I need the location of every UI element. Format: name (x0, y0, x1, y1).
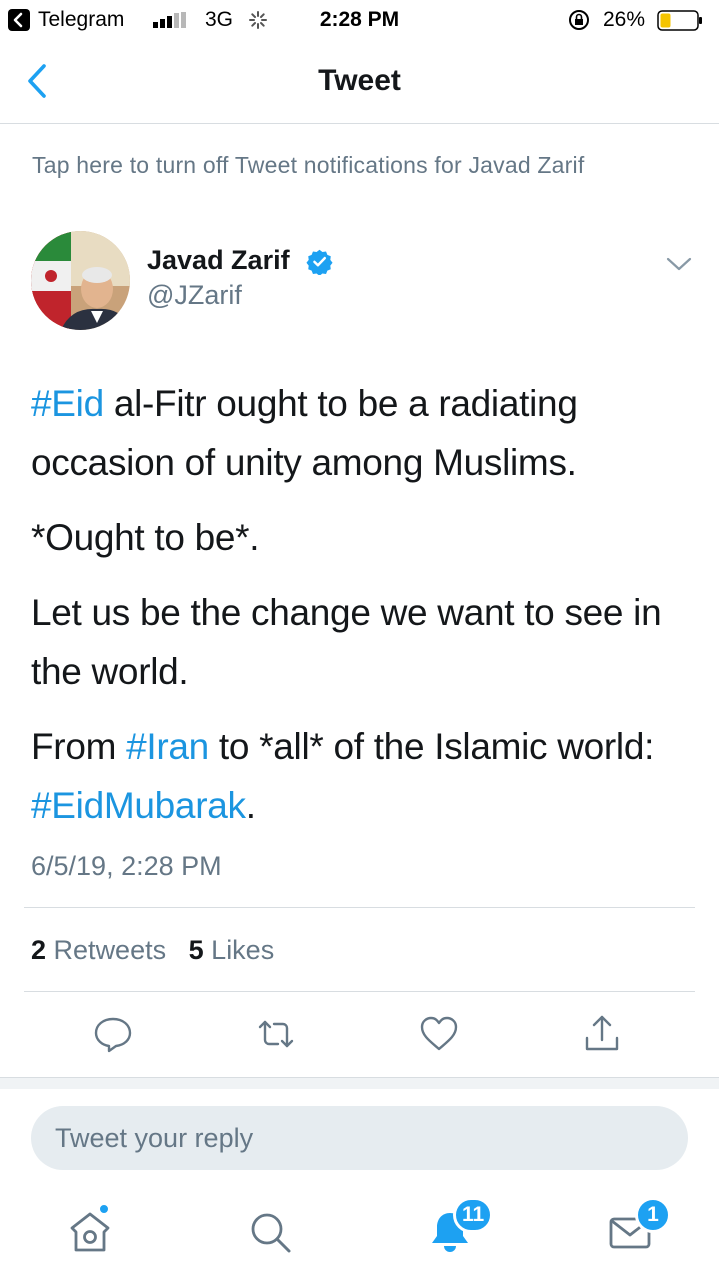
likes-count: 5 (188, 935, 204, 965)
page-title: Tweet (318, 64, 401, 97)
avatar[interactable] (31, 231, 130, 330)
tweet-paragraph: *Ought to be*. (31, 517, 260, 558)
reply-icon[interactable] (93, 1014, 133, 1054)
home-new-indicator (98, 1203, 110, 1215)
retweets-stat[interactable]: 2 Retweets (31, 935, 166, 965)
nav-bar: Tweet (0, 40, 719, 124)
turn-off-notifications-link[interactable]: Tap here to turn off Tweet notifications… (32, 152, 584, 179)
divider (24, 907, 695, 908)
hashtag-link[interactable]: #Iran (126, 726, 209, 767)
reply-input[interactable] (31, 1106, 688, 1170)
section-separator (0, 1077, 719, 1089)
tweet-text-segment: From (31, 726, 127, 767)
share-icon[interactable] (582, 1014, 622, 1054)
retweets-label: Retweets (53, 935, 167, 965)
hashtag-link[interactable]: #EidMubarak (31, 785, 246, 826)
battery-icon (657, 10, 702, 31)
reply-composer[interactable] (31, 1106, 688, 1170)
tweet-text: #Eid al-Fitr ought to be a radiating occ… (31, 374, 701, 851)
notifications-badge: 11 (453, 1197, 494, 1233)
orientation-lock-icon (569, 10, 589, 30)
author-handle[interactable]: @JZarif (147, 280, 242, 311)
status-bar: Telegram 3G 2:28 PM 26% (0, 0, 719, 40)
tweet-text-segment: to *all* of the Islamic world: (208, 726, 655, 767)
chevron-down-icon[interactable] (666, 255, 692, 273)
messages-badge: 1 (635, 1197, 671, 1233)
hashtag-link[interactable]: #Eid (31, 383, 104, 424)
battery-percent: 26% (603, 8, 646, 31)
likes-stat[interactable]: 5 Likes (189, 935, 275, 965)
home-icon[interactable] (66, 1208, 114, 1256)
retweet-icon[interactable] (256, 1014, 296, 1054)
search-icon[interactable] (246, 1208, 294, 1256)
likes-label: Likes (211, 935, 275, 965)
tweet-text-segment: . (245, 785, 256, 826)
divider (24, 991, 695, 992)
tweet-text-segment: al-Fitr ought to be a radiating occasion… (31, 383, 578, 483)
retweets-count: 2 (31, 935, 47, 965)
author-name[interactable]: Javad Zarif (147, 245, 290, 276)
tweet-stats: 2 Retweets 5 Likes (31, 935, 274, 966)
tweet-paragraph: From #Iran to *all* of the Islamic world… (31, 717, 701, 835)
like-heart-icon[interactable] (419, 1014, 459, 1054)
tweet-paragraph: Let us be the change we want to see in t… (31, 592, 662, 692)
verified-badge-icon (306, 249, 333, 275)
tweet-timestamp: 6/5/19, 2:28 PM (31, 851, 222, 881)
tweet-paragraph: #Eid al-Fitr ought to be a radiating occ… (31, 374, 701, 492)
